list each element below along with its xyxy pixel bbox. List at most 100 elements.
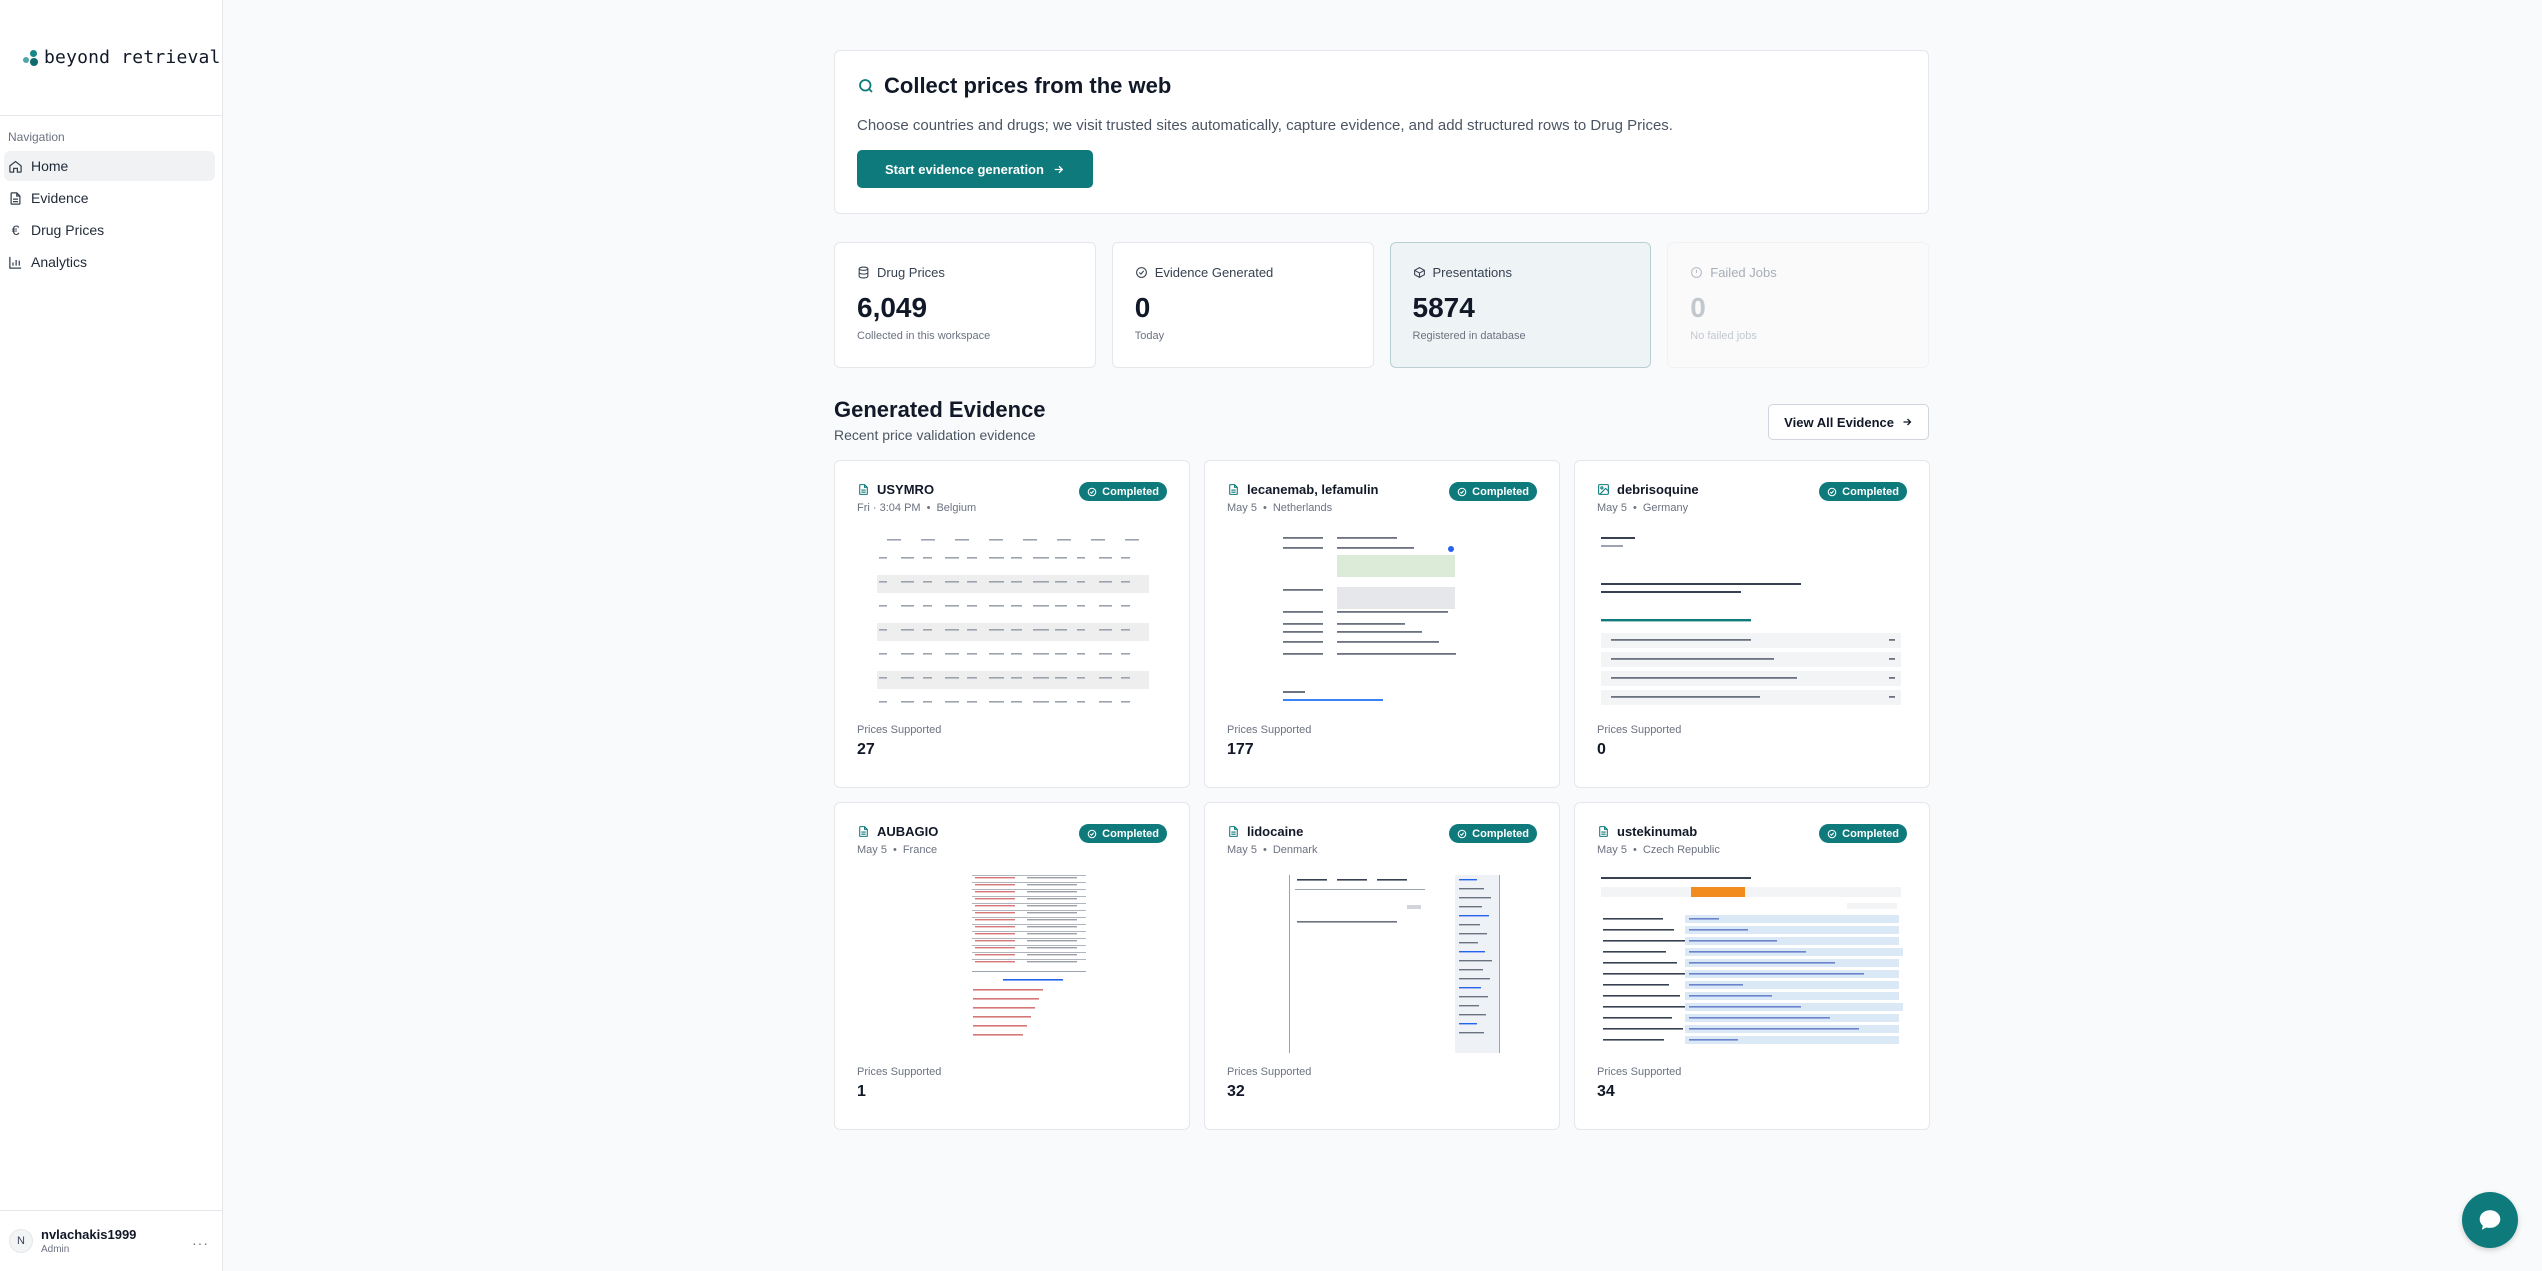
prices-supported-value: 177 <box>1227 741 1254 758</box>
chat-button[interactable] <box>2462 1192 2518 1248</box>
evidence-thumbnail[interactable] <box>1597 533 1907 711</box>
card-title[interactable]: debrisoquine <box>1597 482 1699 497</box>
stats-row: Drug Prices 6,049 Collected in this work… <box>834 242 1929 368</box>
card-date: May 5 <box>1227 502 1257 514</box>
generated-evidence-header: Generated Evidence Recent price validati… <box>834 397 1929 445</box>
card-title-text: lidocaine <box>1247 824 1304 839</box>
start-evidence-generation-button[interactable]: Start evidence generation <box>857 150 1093 188</box>
card-date: May 5 <box>1227 844 1257 856</box>
card-date: May 5 <box>1597 844 1627 856</box>
prices-supported-label: Prices Supported <box>1597 724 1682 736</box>
logo-icon <box>22 49 40 67</box>
thumbnail-container <box>1597 875 1907 1053</box>
evidence-thumbnail[interactable] <box>1237 533 1527 711</box>
stat-value: 0 <box>1134 292 1151 323</box>
sidebar-item-evidence[interactable]: Evidence <box>4 183 215 213</box>
check-circle-icon <box>1087 829 1097 838</box>
check-circle-icon <box>1827 487 1837 496</box>
card-title[interactable]: lidocaine <box>1227 824 1303 839</box>
card-meta: May 5 • Netherlands <box>1227 502 1537 514</box>
avatar: N <box>9 1229 33 1253</box>
evidence-card[interactable]: ustekinumab Completed May 5 • Czech Republ… <box>1574 802 1930 1130</box>
sidebar: beyond retrieval Navigation Home Evidenc… <box>0 0 223 1271</box>
evidence-card[interactable]: lecanemab, lefamulin Completed May 5 • Net… <box>1204 460 1560 788</box>
card-title[interactable]: lecanemab, lefamulin <box>1227 482 1379 497</box>
stat-sub: Collected in this workspace <box>857 330 991 342</box>
stat-sub: No failed jobs <box>1690 330 1757 342</box>
card-meta: May 5 • France <box>857 844 1167 856</box>
collect-prices-panel: Collect prices from the web Choose count… <box>834 50 1929 214</box>
sidebar-item-label: Drug Prices <box>31 222 105 238</box>
meta-separator: • <box>1632 502 1637 514</box>
stat-card-presentations[interactable]: Presentations 5874 Registered in databas… <box>1389 242 1652 368</box>
card-country: Netherlands <box>1272 502 1333 514</box>
stat-value: 0 <box>1690 292 1706 323</box>
file-icon <box>1599 826 1608 837</box>
file-icon <box>859 826 868 837</box>
evidence-thumbnail[interactable] <box>867 875 1157 1053</box>
alert-circle-icon <box>1691 267 1703 278</box>
meta-separator: • <box>1262 844 1267 856</box>
badge-label: Completed <box>1472 827 1529 840</box>
card-title-text: ustekinumab <box>1617 824 1698 839</box>
stat-label-text: Failed Jobs <box>1710 265 1777 280</box>
more-icon[interactable]: ··· <box>192 1235 209 1251</box>
badge-label: Completed <box>1102 827 1159 840</box>
status-badge: Completed <box>1079 482 1167 501</box>
stat-label-text: Evidence Generated <box>1154 265 1274 280</box>
card-date: Fri · 3:04 PM <box>857 502 921 514</box>
evidence-grid: USYMRO Completed Fri · 3:04 PM • Belgium P… <box>834 460 1930 1130</box>
card-title[interactable]: USYMRO <box>857 482 934 497</box>
check-circle-icon <box>1135 267 1147 278</box>
button-label: View All Evidence <box>1784 414 1894 430</box>
section-subtitle: Recent price validation evidence <box>834 427 1036 443</box>
evidence-thumbnail[interactable] <box>1237 875 1527 1053</box>
thumbnail-container <box>1227 875 1537 1053</box>
bar-chart-icon <box>9 256 22 269</box>
sidebar-item-drug-prices[interactable]: € Drug Prices <box>4 215 215 245</box>
meta-separator: • <box>892 844 897 856</box>
stat-card-failed-jobs: Failed Jobs 0 No failed jobs <box>1667 242 1929 368</box>
meta-separator: • <box>1632 844 1637 856</box>
card-title-text: AUBAGIO <box>877 824 939 839</box>
brand-name: beyond retrieval <box>44 47 221 68</box>
sidebar-item-label: Analytics <box>31 254 88 270</box>
nav-heading: Navigation <box>8 130 65 144</box>
arrow-right-icon <box>1054 165 1064 173</box>
user-role: Admin <box>41 1244 70 1255</box>
view-all-evidence-button[interactable]: View All Evidence <box>1768 404 1929 440</box>
evidence-card[interactable]: lidocaine Completed May 5 • Denmark Prices… <box>1204 802 1560 1130</box>
prices-supported-value: 1 <box>857 1083 866 1100</box>
stat-card-drug-prices: Drug Prices 6,049 Collected in this work… <box>834 242 1096 368</box>
card-title[interactable]: ustekinumab <box>1597 824 1697 839</box>
prices-supported-label: Prices Supported <box>857 724 942 736</box>
prices-supported-label: Prices Supported <box>1597 1066 1682 1078</box>
sidebar-nav: Home Evidence € Drug Prices Analytics <box>4 151 215 279</box>
brand-logo[interactable]: beyond retrieval <box>0 0 222 116</box>
user-menu[interactable]: N nvlachakis1999 Admin ··· <box>0 1210 223 1271</box>
status-badge: Completed <box>1449 824 1537 843</box>
card-title[interactable]: AUBAGIO <box>857 824 938 839</box>
file-icon <box>10 191 21 205</box>
arrow-right-icon <box>1903 418 1912 426</box>
card-country: Belgium <box>936 502 977 514</box>
stat-label: Drug Prices <box>857 265 1073 280</box>
stat-sub: Today <box>1134 330 1165 342</box>
evidence-thumbnail[interactable] <box>1597 875 1907 1053</box>
badge-label: Completed <box>1472 485 1529 498</box>
status-badge: Completed <box>1079 824 1167 843</box>
sidebar-item-analytics[interactable]: Analytics <box>4 247 215 277</box>
sidebar-item-label: Home <box>31 158 69 174</box>
check-circle-icon <box>1087 487 1097 496</box>
evidence-card[interactable]: AUBAGIO Completed May 5 • France Prices Su… <box>834 802 1190 1130</box>
evidence-card[interactable]: debrisoquine Completed May 5 • Germany Pri… <box>1574 460 1930 788</box>
evidence-card[interactable]: USYMRO Completed Fri · 3:04 PM • Belgium P… <box>834 460 1190 788</box>
search-icon <box>859 79 873 93</box>
card-date: May 5 <box>857 844 887 856</box>
badge-label: Completed <box>1102 485 1159 498</box>
user-name: nvlachakis1999 <box>41 1227 137 1242</box>
sidebar-item-home[interactable]: Home <box>4 151 215 181</box>
card-meta: May 5 • Denmark <box>1227 844 1537 856</box>
evidence-thumbnail[interactable] <box>867 533 1157 711</box>
hero-title: Collect prices from the web <box>857 73 1906 99</box>
